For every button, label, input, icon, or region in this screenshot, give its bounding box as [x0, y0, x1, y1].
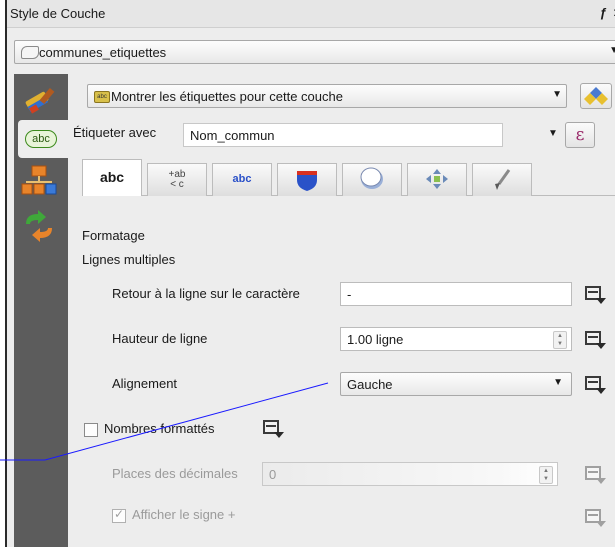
style-sidebar: abc [14, 74, 68, 547]
tab-formatting[interactable]: +ab < c [147, 163, 207, 196]
wrap-character-label: Retour à la ligne sur le caractère [112, 286, 300, 301]
chevron-down-icon: ▼ [552, 89, 562, 100]
float-dock-icon[interactable]: ƒ [600, 5, 607, 20]
chevron-down-icon: ▼ [609, 45, 615, 56]
chevron-down-icon[interactable]: ▼ [548, 128, 558, 139]
layer-style-dock: Style de Couche ƒ > communes_etiquettes … [5, 0, 615, 547]
label-field-select[interactable]: Nom_commun [183, 123, 503, 147]
tab-rendering[interactable] [472, 163, 532, 196]
data-defined-override-icon[interactable] [582, 374, 608, 396]
tab-buffer-label: abc [232, 173, 252, 185]
tab-formatting-label: +ab < c [168, 169, 186, 190]
dock-title: Style de Couche [10, 6, 106, 21]
tab-placement[interactable] [407, 163, 467, 196]
data-defined-override-icon[interactable] [582, 464, 608, 486]
alignment-value: Gauche [347, 377, 393, 392]
rendering-brush-icon [495, 169, 511, 190]
expression-button[interactable]: ε [565, 122, 595, 148]
shadow-icon [360, 167, 383, 189]
tab-text[interactable]: abc [82, 159, 142, 197]
sidebar-item-actions[interactable] [20, 208, 62, 246]
label-tabs: abc +ab < c abc [82, 159, 615, 197]
alignment-label: Alignement [112, 376, 178, 391]
show-plus-sign-label: Afficher le signe + [132, 507, 236, 522]
alignment-select[interactable]: Gauche ▼ [340, 372, 572, 396]
vector-layer-icon [21, 46, 39, 59]
decimal-places-label: Places des décimales [112, 466, 238, 481]
line-height-value: 1.00 ligne [347, 332, 404, 347]
hierarchy-icon [21, 165, 57, 195]
data-defined-override-icon[interactable] [582, 507, 608, 529]
spinbox-arrows-icon[interactable]: ▲ ▼ [553, 331, 567, 349]
label-with-label: Étiqueter avec [73, 125, 157, 140]
tab-text-label: abc [99, 169, 125, 185]
layer-select[interactable]: communes_etiquettes ▼ [14, 40, 615, 64]
tab-buffer[interactable]: abc [212, 163, 272, 196]
abc-label-icon: abc [25, 130, 57, 148]
labeling-mode-select[interactable]: abc Montrer les étiquettes pour cette co… [87, 84, 567, 108]
sidebar-item-style[interactable] [20, 82, 62, 120]
formatted-numbers-checkbox[interactable] [84, 423, 98, 437]
chevron-down-icon: ▼ [553, 377, 563, 388]
label-field-value: Nom_commun [190, 128, 275, 143]
line-height-spinbox[interactable]: 1.00 ligne ▲ ▼ [340, 327, 572, 351]
checkmark-icon: ✓ [114, 507, 125, 521]
arrows-icon [26, 210, 52, 242]
background-shield-icon [297, 171, 317, 191]
tab-background[interactable] [277, 163, 337, 196]
line-height-label: Hauteur de ligne [112, 331, 208, 346]
decimal-places-spinbox[interactable]: 0 ▲ ▼ [262, 462, 558, 486]
labeling-mode-value: Montrer les étiquettes pour cette couche [111, 89, 343, 104]
formatting-section-title: Formatage [82, 228, 145, 243]
label-mode-icon: abc [94, 91, 110, 103]
placement-icon [426, 169, 448, 189]
labels-panel: abc Montrer les étiquettes pour cette co… [68, 74, 615, 547]
formatting-panel: Formatage Lignes multiples Retour à la l… [82, 196, 615, 547]
data-defined-override-icon[interactable] [260, 418, 286, 440]
sidebar-item-labels[interactable]: abc [18, 120, 68, 158]
wrap-character-input[interactable]: - [340, 282, 572, 306]
paintbrush-icon [25, 87, 55, 114]
tab-shadow[interactable] [342, 163, 402, 196]
multiline-section-title: Lignes multiples [82, 252, 176, 267]
dock-titlebar[interactable]: Style de Couche ƒ > [7, 0, 615, 28]
data-defined-override-icon[interactable] [582, 284, 608, 306]
layer-select-value: communes_etiquettes [39, 45, 167, 60]
diamond-grid-icon [584, 87, 608, 105]
decimal-places-value: 0 [269, 467, 277, 482]
data-defined-override-icon[interactable] [582, 329, 608, 351]
show-plus-sign-checkbox[interactable]: ✓ [112, 507, 126, 523]
sidebar-item-fields[interactable] [20, 164, 62, 202]
spinbox-arrows-icon[interactable]: ▲ ▼ [539, 466, 553, 484]
formatted-numbers-label: Nombres formattés [104, 421, 215, 436]
rule-based-labeling-button[interactable] [580, 83, 612, 109]
